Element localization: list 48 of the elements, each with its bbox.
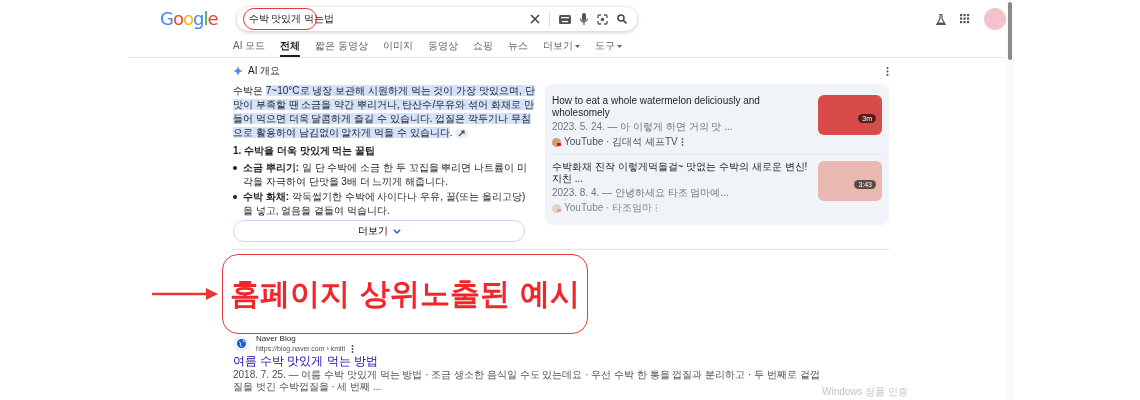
sparkle-icon bbox=[233, 66, 243, 76]
result-snippet: 2018. 7. 25. — 여름 수박 맛있게 먹는 방법 · 조금 생소한 음식일 수도 있는데요 · 우선 수박 한 통을 껍질과 분리하고 · 두 번째로 겉껍질을 벗긴 수박껍질을 · 세 번째 ... bbox=[233, 369, 821, 392]
video-title[interactable]: 수박화채 진작 이렇게먹을걸~ 맛없는 수박의 새로운 변신! 지친 ... bbox=[552, 161, 812, 185]
annotation-arrow bbox=[152, 287, 218, 301]
video-snippet: 2023. 5. 24. — 아 이렇게 하면 거의 맛 ... bbox=[552, 121, 734, 133]
scrollbar-thumb[interactable] bbox=[1008, 2, 1012, 60]
more-vert-icon[interactable] bbox=[351, 344, 355, 353]
tab[interactable]: 동영상 bbox=[428, 38, 458, 57]
bullet-dot-icon bbox=[233, 195, 237, 199]
bullet-text: 수박 화채: 깍둑썰기한 수박에 사이다나 우유, 꿀(또는 올리고당)을 넣고, 얼음을 곁들여 먹습니다. bbox=[243, 190, 527, 218]
tab[interactable]: 이미지 bbox=[383, 38, 413, 57]
annotation-caption: 홈페이지 상위노출된 예시 bbox=[229, 274, 581, 313]
subheading: 1. 수박을 더욱 맛있게 먹는 꿀팁 bbox=[233, 144, 377, 158]
video-source: YouTube · 타조엄마 bbox=[564, 202, 653, 214]
tab[interactable]: 전체 bbox=[280, 38, 301, 57]
more-button[interactable]: 더보기 bbox=[233, 220, 525, 242]
tab[interactable]: 짧은 동영상 bbox=[315, 38, 368, 57]
link-icon bbox=[458, 129, 466, 137]
video-title[interactable]: How to eat a whole watermelon deliciously and wholesomely bbox=[552, 95, 812, 119]
bullet-dot-icon bbox=[233, 166, 237, 170]
keyboard-icon[interactable] bbox=[558, 14, 571, 24]
more-vert-icon[interactable] bbox=[886, 66, 889, 76]
bullet-text: 소금 뿌리기: 일 단 수박에 소금 한 두 꼬집을 뿌리면 나트륨이 미각을 자극하여 단맛을 3배 더 느끼게 해줍니다. bbox=[243, 161, 528, 189]
search-icon[interactable] bbox=[616, 14, 627, 24]
summary-text: 수박은 7~10°C로 냉장 보관해 시원하게 먹는 것이 가장 맛있으며, 단맛이 부족할 땐 소금을 약간 뿌리거나, 탄산수/우유와 섞어 화채로 만들어 먹으면 더욱 달콤하게 즐길 수 있습니다. 껍질은 깍두기나 무침으로 활용하여 남김없이 알차게 먹을 수 있습니다. bbox=[233, 84, 535, 140]
tab[interactable]: 뉴스 bbox=[508, 38, 528, 57]
tab[interactable]: AI 모드 bbox=[233, 38, 266, 57]
channel-avatar-icon bbox=[552, 203, 561, 213]
camera-icon[interactable] bbox=[596, 13, 608, 25]
search-field[interactable]: 수박 맛있게 먹는법 bbox=[236, 7, 637, 31]
tab[interactable]: 쇼핑 bbox=[473, 38, 493, 57]
close-icon[interactable] bbox=[529, 14, 540, 24]
result-title-link[interactable]: 여름 수박 맛있게 먹는 방법 bbox=[233, 355, 823, 368]
section-title: AI 개요 bbox=[248, 64, 281, 78]
tab[interactable]: 도구 bbox=[595, 38, 622, 57]
flask-icon[interactable] bbox=[936, 13, 946, 25]
video-snippet: 2023. 8. 4. — 안녕하세요 타조 엄마예... bbox=[552, 187, 730, 199]
more-vert-icon[interactable] bbox=[680, 138, 684, 146]
globe-icon bbox=[236, 339, 246, 348]
tab[interactable]: 더보기 bbox=[543, 38, 580, 57]
mic-icon[interactable] bbox=[579, 13, 588, 25]
site-name: Naver Blog bbox=[256, 334, 297, 344]
apps-grid-icon[interactable] bbox=[960, 14, 970, 24]
chevron-down-icon bbox=[392, 228, 401, 234]
video-source: YouTube · 김대석 셰프TV bbox=[564, 136, 678, 148]
channel-avatar-icon bbox=[552, 137, 561, 147]
google-logo[interactable]: Google bbox=[160, 7, 220, 31]
link-chip[interactable] bbox=[455, 128, 469, 138]
